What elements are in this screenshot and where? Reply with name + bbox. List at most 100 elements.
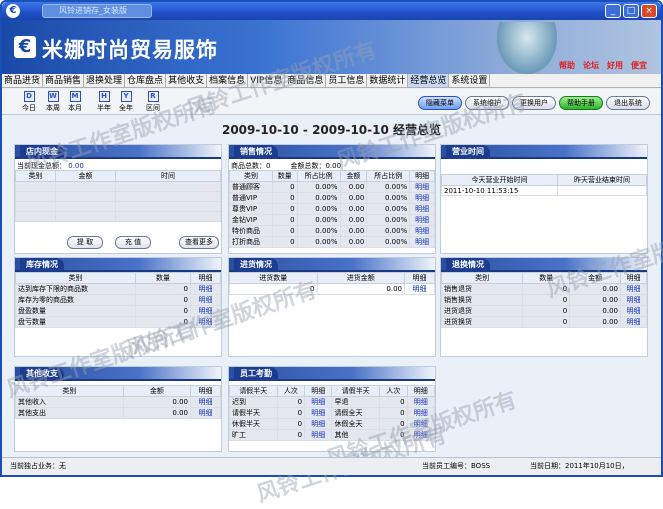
table-row: 达到库存下限的商品数 0 明细 [15, 283, 221, 295]
col-detail-2: 明细 [406, 385, 436, 397]
col-detail: 明细 [304, 385, 333, 397]
col-detail: 明细 [190, 272, 221, 284]
detail-link[interactable]: 明细 [620, 283, 647, 295]
menu-settings[interactable]: 系统设置 [449, 74, 491, 87]
system-maintain-button[interactable]: 系统维护 [465, 96, 509, 110]
menu-vip[interactable]: VIP信息 [248, 74, 286, 87]
menu-overview[interactable]: 经营总览 [408, 74, 450, 87]
detail-link[interactable]: 明细 [409, 192, 435, 204]
store-cash-panel: 店内现金 当前现金总额： 0.00 类别 金额 时间 提 取 充 值 查看更多 [14, 144, 222, 254]
tool-week[interactable]: W 本周 [44, 91, 62, 113]
cash-total-value: 0.00 [68, 162, 84, 170]
detail-link[interactable]: 明细 [406, 407, 436, 419]
tool-halfyear[interactable]: H 半年 [95, 91, 113, 113]
col-qty: 数量 [522, 272, 571, 284]
detail-link[interactable]: 明细 [620, 316, 647, 328]
attendance-title: 员工考勤 [234, 367, 278, 381]
withdraw-button[interactable]: 提 取 [67, 236, 103, 249]
banner-link-useful[interactable]: 好用 [607, 60, 623, 71]
store-cash-title: 店内现金 [20, 145, 64, 159]
view-more-button[interactable]: 查看更多 [179, 236, 219, 249]
detail-link[interactable]: 明细 [409, 181, 435, 193]
detail-link[interactable]: 明细 [190, 283, 221, 295]
detail-link[interactable]: 明细 [409, 214, 435, 226]
col-amount: 金额 [339, 170, 368, 182]
status-business: 当前独占业务：无 [10, 462, 66, 470]
col-qty: 数量 [271, 170, 298, 182]
detail-link[interactable]: 明细 [404, 283, 435, 295]
returns-panel: 退换情况 类别 数量 金额 明细 销售退货 0 0.00 明细 销售换货 0 0.00 明细… [440, 257, 648, 357]
maximize-button[interactable]: □ [623, 4, 639, 18]
banner-link-cheap[interactable]: 便宜 [631, 60, 647, 71]
detail-link[interactable]: 明细 [190, 305, 221, 317]
menu-stats[interactable]: 数据统计 [367, 74, 409, 87]
attendance-panel: 员工考勤 请假半天 人次 明细 请假半天 人次 明细 迟到 0 明细 早退 0 明细 请假… [228, 366, 436, 452]
help-manual-button[interactable]: 帮助手册 [559, 96, 603, 110]
menu-other[interactable]: 其他收支 [166, 74, 208, 87]
detail-link[interactable]: 明细 [190, 396, 221, 408]
detail-link[interactable]: 明细 [409, 236, 435, 248]
menu-staff[interactable]: 员工信息 [326, 74, 368, 87]
table-row: 休假半天 0 明细 休假全天 0 明细 [229, 418, 436, 430]
detail-link[interactable]: 明细 [190, 294, 221, 306]
menu-goods[interactable]: 商品信息 [285, 74, 327, 87]
col-category: 类别 [229, 170, 273, 182]
table-row: 特价商品 0 0.00% 0.00 0.00% 明细 [229, 225, 435, 237]
overview-headline: 2009-10-10 - 2009-10-10 经营总览 [221, 123, 442, 137]
col-amount: 金额 [122, 385, 192, 397]
tool-range[interactable]: R 区间 [144, 91, 162, 113]
table-row: 进货换货 0 0.00 明细 [440, 316, 647, 328]
detail-link[interactable]: 明细 [620, 294, 647, 306]
other-table: 类别 金额 明细 其他收入 0.00 明细 其他支出 0.00 明细 [15, 385, 221, 419]
close-time-value [556, 185, 648, 196]
minimize-button[interactable]: _ [605, 4, 621, 18]
col-type: 请假半天 [229, 385, 278, 397]
exit-system-button[interactable]: 退出系统 [606, 96, 650, 110]
cash-table: 类别 金额 时间 [15, 170, 221, 222]
deposit-button[interactable]: 充 值 [115, 236, 151, 249]
table-row: 普通顾客 0 0.00% 0.00 0.00% 明细 [229, 181, 435, 193]
col-amount-ratio: 所占比例 [366, 170, 411, 182]
detail-link[interactable]: 明细 [409, 225, 435, 237]
banner-link-forum[interactable]: 论坛 [583, 60, 599, 71]
hide-menu-button[interactable]: 隐藏菜单 [418, 96, 462, 110]
status-date: 当前日期：2011年10月10日， [530, 462, 629, 470]
sales-panel: 销售情况 商品总数：0 金额总数：0.00 类别 数量 所占比例 金额 所占比例… [228, 144, 436, 254]
purchase-panel: 进货情况 进货数量 进货金额 明细 0 0.00 明细 [228, 257, 436, 357]
detail-link[interactable]: 明细 [406, 396, 436, 408]
menu-returns[interactable]: 退换处理 [84, 74, 126, 87]
sales-table: 类别 数量 所占比例 金额 所占比例 明细 普通顾客 0 0.00% 0.00 0.00… [229, 170, 435, 248]
detail-link[interactable]: 明细 [406, 418, 436, 430]
sales-title: 销售情况 [234, 145, 278, 159]
menu-bar: 商品进货 商品销售 退换处理 仓库盘点 其他收支 档案信息 VIP信息 商品信息… [2, 74, 661, 88]
switch-user-button[interactable]: 更换用户 [512, 96, 556, 110]
detail-link[interactable]: 明细 [304, 418, 333, 430]
menu-stocktake[interactable]: 仓库盘点 [125, 74, 167, 87]
detail-link[interactable]: 明细 [304, 396, 333, 408]
status-bar: 当前独占业务：无 当前员工编号：BOSS 当前日期：2011年10月10日， [2, 457, 661, 475]
tool-today[interactable]: D 今日 [20, 91, 38, 113]
table-row: 进货退货 0 0.00 明细 [440, 305, 647, 317]
tool-month[interactable]: M 本月 [66, 91, 84, 113]
detail-link[interactable]: 明细 [409, 203, 435, 215]
table-row: 旷工 0 明细 其他 0 明细 [229, 429, 436, 441]
inventory-panel: 库存情况 类别 数量 明细 达到库存下限的商品数 0 明细 库存为零的商品数 0 明细 … [14, 257, 222, 357]
col-qty: 数量 [135, 272, 191, 284]
close-button[interactable]: × [641, 4, 657, 18]
detail-link[interactable]: 明细 [190, 316, 221, 328]
col-detail: 明细 [620, 272, 647, 284]
col-detail: 明细 [409, 170, 435, 182]
menu-purchase[interactable]: 商品进货 [2, 74, 44, 87]
tool-year[interactable]: Y 全年 [117, 91, 135, 113]
detail-link[interactable]: 明细 [406, 429, 436, 441]
detail-link[interactable]: 明细 [190, 407, 221, 419]
detail-link[interactable]: 明细 [304, 429, 333, 441]
banner-link-help[interactable]: 帮助 [559, 60, 575, 71]
detail-link[interactable]: 明细 [620, 305, 647, 317]
menu-sales[interactable]: 商品销售 [43, 74, 85, 87]
menu-archive[interactable]: 档案信息 [207, 74, 249, 87]
col-qty-ratio: 所占比例 [296, 170, 341, 182]
detail-link[interactable]: 明细 [304, 407, 333, 419]
table-row: 金钻VIP 0 0.00% 0.00 0.00% 明细 [229, 214, 435, 226]
inventory-table: 类别 数量 明细 达到库存下限的商品数 0 明细 库存为零的商品数 0 明细 盘盈数量 0… [15, 272, 221, 328]
